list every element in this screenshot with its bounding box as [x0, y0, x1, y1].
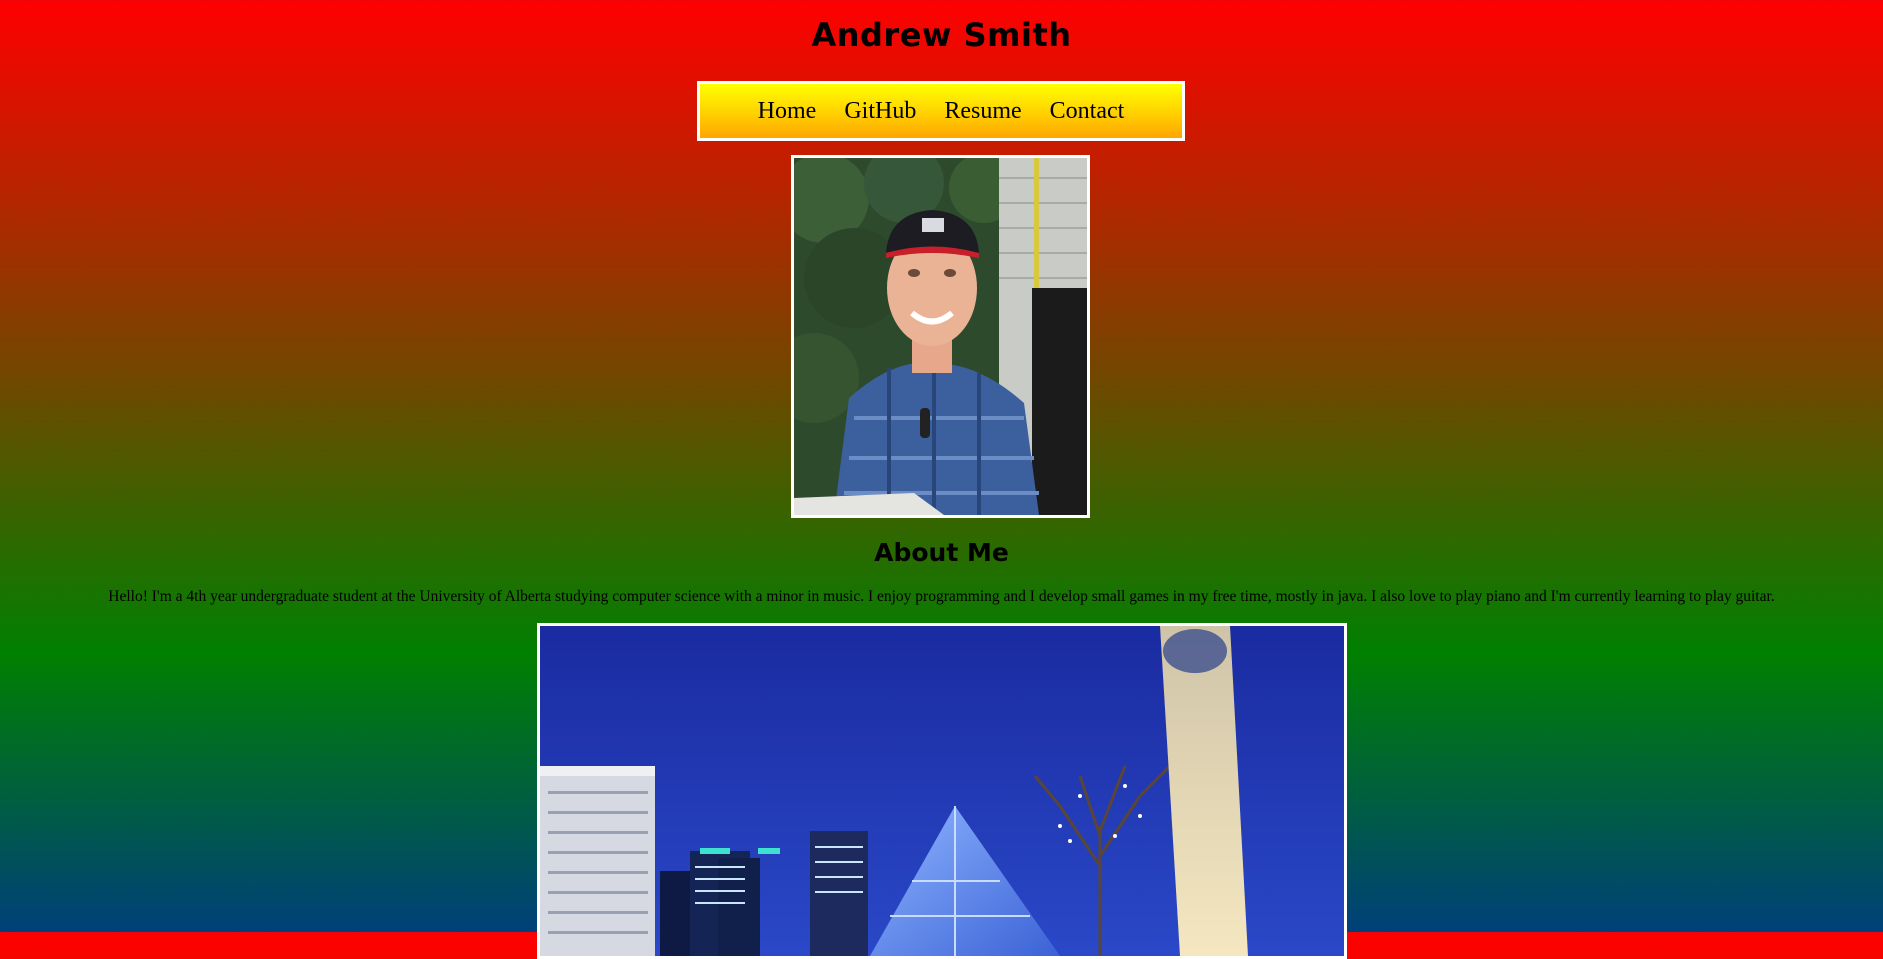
nav-resume-link[interactable]: Resume: [944, 98, 1021, 125]
profile-photo: [791, 155, 1090, 518]
nav-github-link[interactable]: GitHub: [844, 98, 916, 125]
main-nav: Home GitHub Resume Contact: [697, 81, 1185, 141]
site-title: Andrew Smith: [811, 16, 1072, 54]
city-photo: [537, 623, 1347, 959]
nav-home-link[interactable]: Home: [758, 98, 817, 125]
nav-contact-link[interactable]: Contact: [1050, 98, 1125, 125]
about-heading: About Me: [874, 538, 1009, 567]
about-text: Hello! I'm a 4th year undergraduate stud…: [108, 588, 1775, 605]
